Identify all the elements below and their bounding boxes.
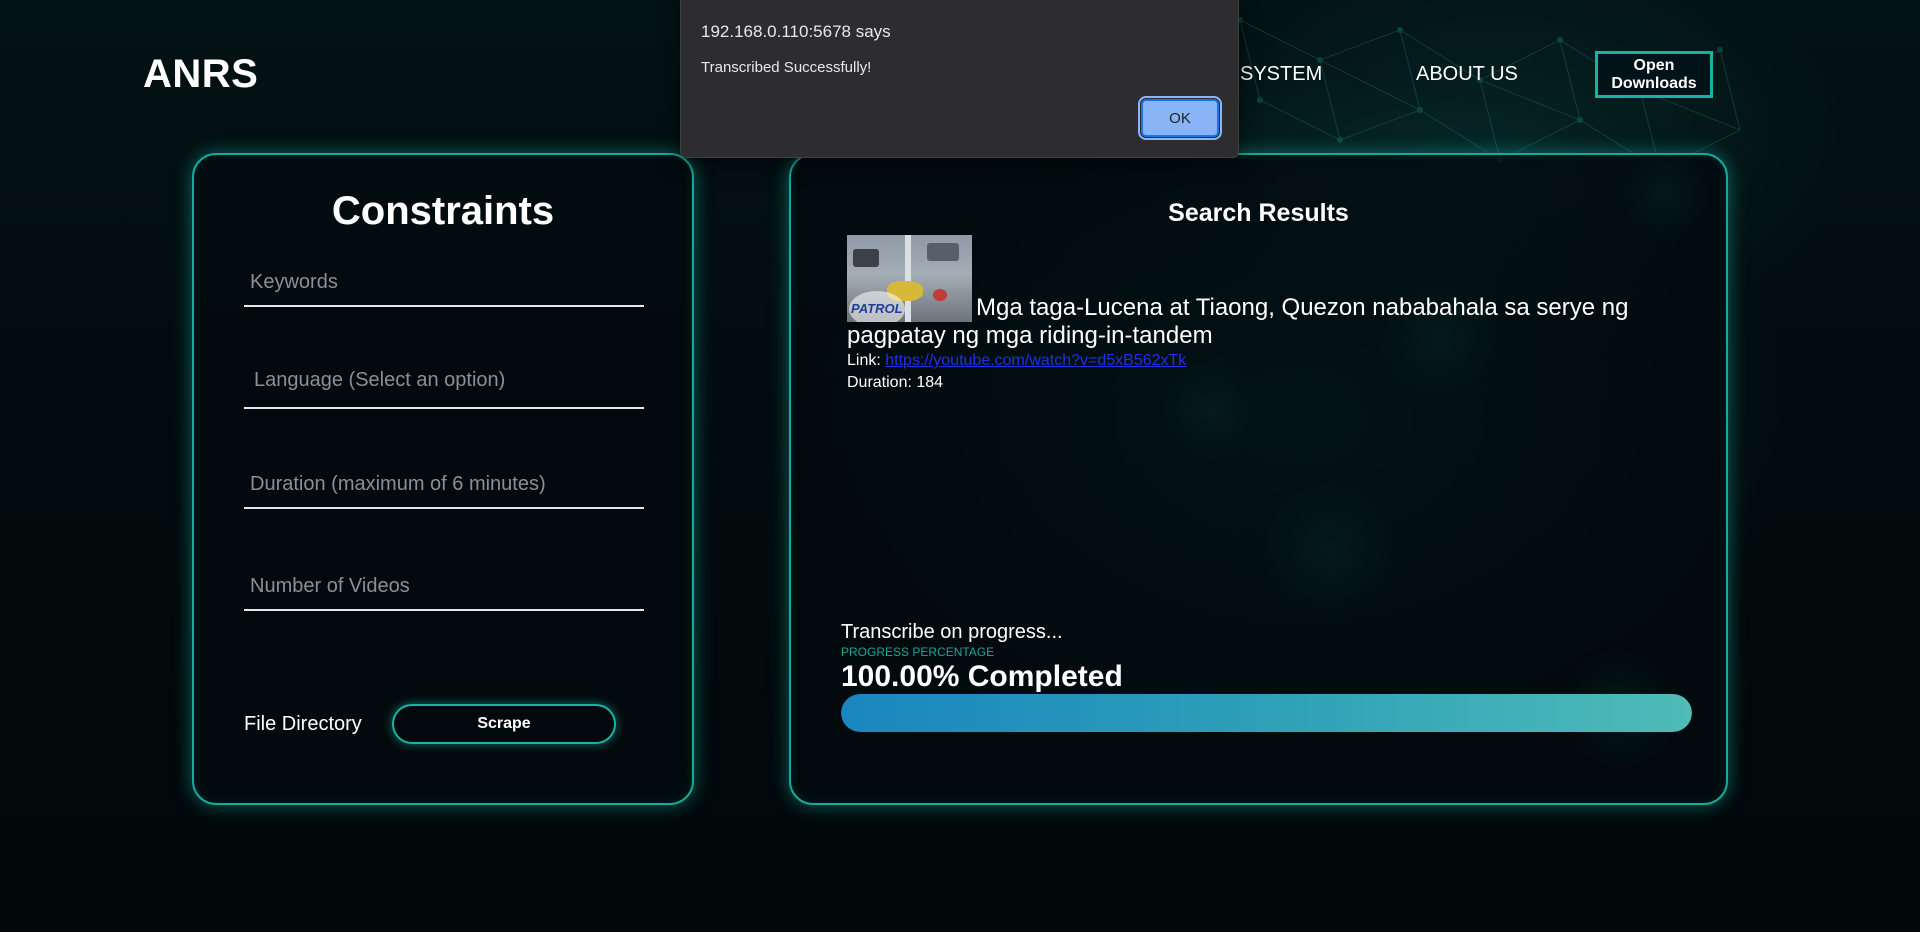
- dialog-origin: 192.168.0.110:5678 says: [701, 22, 891, 41]
- app-logo: ANRS: [143, 52, 259, 96]
- duration-input[interactable]: Duration (maximum of 6 minutes): [244, 455, 644, 509]
- dialog-ok-button[interactable]: OK: [1138, 96, 1222, 140]
- keywords-input[interactable]: Keywords: [244, 255, 644, 307]
- search-results-panel: Search Results PATROL Mga taga-Lucena at…: [789, 153, 1728, 805]
- search-results-title: Search Results: [1168, 199, 1349, 227]
- file-directory-label[interactable]: File Directory: [244, 713, 362, 736]
- open-downloads-button[interactable]: Open Downloads: [1595, 51, 1713, 98]
- constraints-title: Constraints: [331, 189, 555, 233]
- result-title-line: PATROL Mga taga-Lucena at Tiaong, Quezon…: [847, 235, 1677, 350]
- result-duration-value: 184: [916, 374, 944, 391]
- result-link[interactable]: https://youtube.com/watch?v=d5xB562xTk: [885, 352, 1186, 369]
- progress-value: 100.00% Completed: [841, 660, 1123, 693]
- video-thumbnail[interactable]: PATROL: [847, 235, 972, 322]
- duration-placeholder: Duration (maximum of 6 minutes): [250, 473, 546, 495]
- progress-status: Transcribe on progress...: [841, 621, 1063, 643]
- result-duration-label: Duration:: [847, 374, 917, 391]
- thumbnail-patrol-logo: PATROL: [849, 291, 905, 322]
- result-link-label: Link:: [847, 352, 886, 369]
- page-background: ANRS SYSTEM ABOUT US Open Downloads Cons…: [0, 0, 1920, 932]
- result-item: PATROL Mga taga-Lucena at Tiaong, Quezon…: [847, 235, 1677, 394]
- keywords-placeholder: Keywords: [250, 271, 338, 293]
- progress-bar-fill: [841, 694, 1692, 732]
- scrape-button[interactable]: Scrape: [392, 704, 616, 744]
- nav-link-about-us[interactable]: ABOUT US: [1416, 63, 1518, 86]
- dialog-message: Transcribed Successfully!: [701, 59, 872, 76]
- nav-link-system[interactable]: SYSTEM: [1240, 63, 1322, 86]
- language-select[interactable]: Language (Select an option): [244, 355, 644, 409]
- result-duration-row: Duration: 184: [847, 372, 1677, 394]
- thumbnail-car: [927, 243, 959, 261]
- progress-bar: [841, 694, 1692, 732]
- language-placeholder: Language (Select an option): [254, 369, 506, 391]
- thumbnail-object: [933, 289, 947, 301]
- constraints-panel: Constraints Keywords Language (Select an…: [192, 153, 694, 805]
- thumbnail-road: [905, 235, 911, 322]
- number-of-videos-placeholder: Number of Videos: [250, 575, 410, 597]
- thumbnail-car: [853, 249, 879, 267]
- alert-dialog: 192.168.0.110:5678 says Transcribed Succ…: [680, 0, 1239, 158]
- progress-caption: PROGRESS PERCENTAGE: [841, 645, 995, 659]
- result-link-row: Link: https://youtube.com/watch?v=d5xB56…: [847, 350, 1677, 372]
- number-of-videos-input[interactable]: Number of Videos: [244, 565, 644, 611]
